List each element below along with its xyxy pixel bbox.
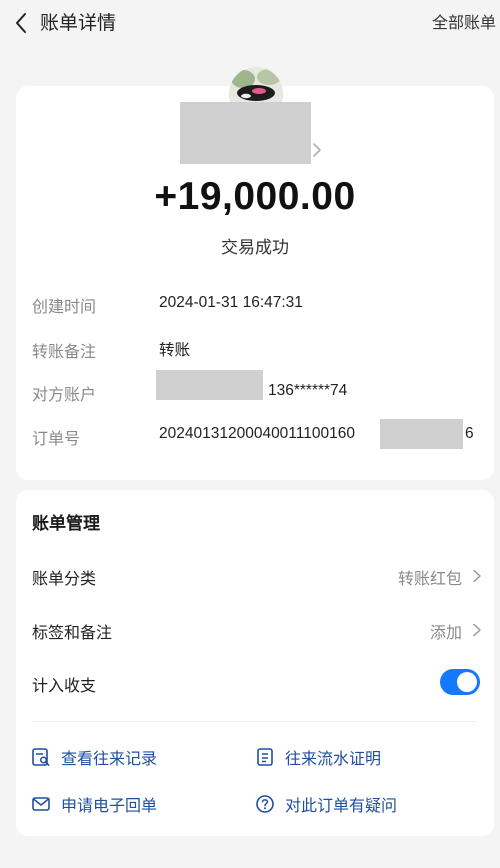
all-bills-link[interactable]: 全部账单 bbox=[432, 12, 496, 34]
order-question-button[interactable]: 对此订单有疑问 bbox=[254, 792, 397, 816]
bill-management-card bbox=[16, 490, 494, 836]
transaction-amount: +19,000.00 bbox=[154, 175, 356, 218]
question-icon bbox=[254, 793, 276, 815]
statement-proof-icon bbox=[254, 746, 276, 768]
view-records-button[interactable]: 查看往来记录 bbox=[30, 745, 157, 769]
electronic-receipt-button[interactable]: 申请电子回单 bbox=[30, 792, 157, 816]
field-label-transfer-note: 转账备注 bbox=[32, 342, 97, 361]
counterparty-name-redacted[interactable] bbox=[180, 102, 311, 164]
bill-category-label[interactable]: 账单分类 bbox=[32, 565, 96, 589]
view-records-label: 查看往来记录 bbox=[61, 749, 158, 768]
counterparty-account-redacted bbox=[156, 370, 263, 400]
field-value-transfer-note: 转账 bbox=[159, 341, 191, 359]
chevron-right-icon bbox=[313, 143, 321, 157]
order-number-redacted bbox=[380, 419, 463, 449]
chevron-right-icon bbox=[473, 569, 481, 583]
field-value-created-time: 2024-01-31 16:47:31 bbox=[159, 294, 303, 311]
field-label-created-time: 创建时间 bbox=[32, 297, 97, 316]
electronic-receipt-label: 申请电子回单 bbox=[61, 796, 158, 815]
toggle-knob bbox=[457, 672, 477, 692]
transaction-status: 交易成功 bbox=[221, 238, 289, 258]
order-question-label: 对此订单有疑问 bbox=[285, 796, 398, 815]
field-value-order-number: 20240131200040011100160 bbox=[159, 425, 355, 442]
top-bar: 账单详情 全部账单 bbox=[0, 0, 500, 46]
bill-management-title: 账单管理 bbox=[32, 514, 100, 534]
statement-proof-label: 往来流水证明 bbox=[285, 749, 382, 768]
tags-notes-label[interactable]: 标签和备注 bbox=[32, 619, 112, 643]
divider bbox=[32, 721, 476, 722]
field-label-counterparty-account: 对方账户 bbox=[32, 385, 97, 404]
bill-category-value[interactable]: 转账红包 bbox=[398, 565, 462, 589]
mail-icon bbox=[30, 793, 52, 815]
search-records-icon bbox=[30, 746, 52, 768]
include-in-balance-toggle[interactable] bbox=[440, 669, 480, 695]
page-title: 账单详情 bbox=[40, 12, 117, 34]
field-value-order-number-suffix: 6 bbox=[465, 425, 474, 442]
field-label-order-number: 订单号 bbox=[32, 429, 81, 448]
chevron-right-icon bbox=[473, 623, 481, 637]
back-button[interactable] bbox=[6, 8, 36, 38]
field-value-counterparty-account: 136******74 bbox=[268, 382, 348, 399]
statement-proof-button[interactable]: 往来流水证明 bbox=[254, 745, 381, 769]
chevron-left-icon bbox=[16, 13, 26, 33]
include-in-balance-label: 计入收支 bbox=[32, 676, 97, 695]
tags-notes-add[interactable]: 添加 bbox=[430, 619, 462, 643]
